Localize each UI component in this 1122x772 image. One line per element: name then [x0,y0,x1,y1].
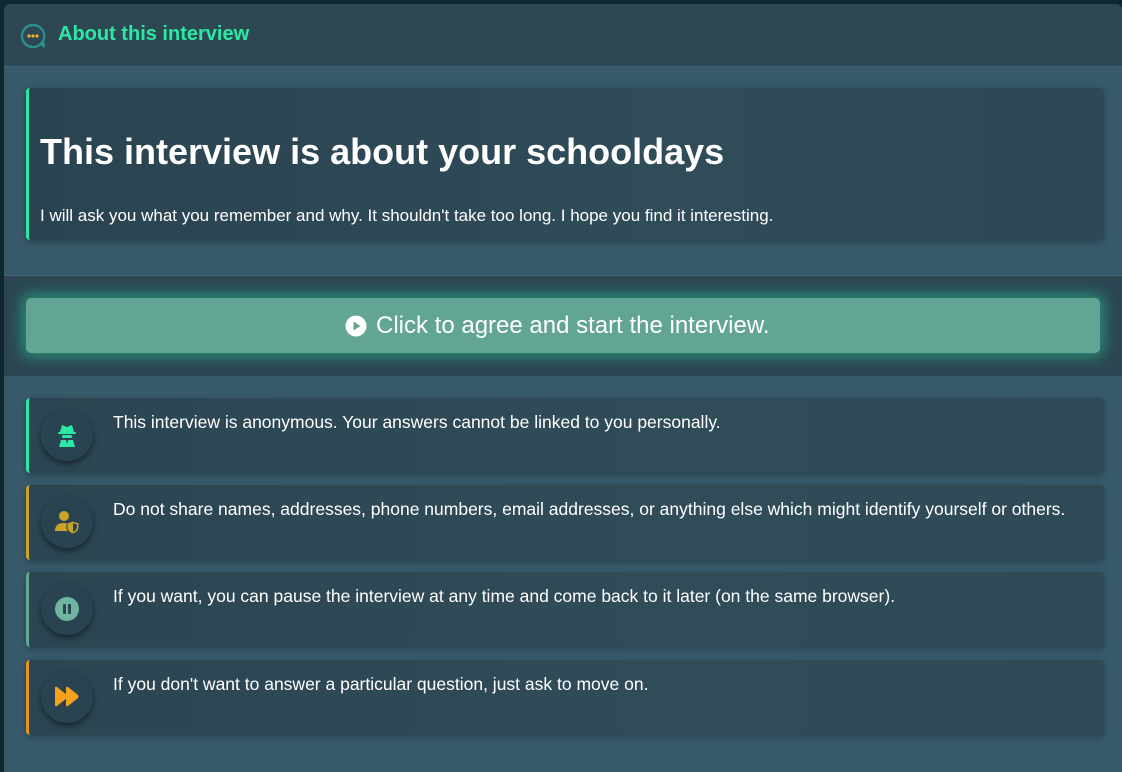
info-item-skip: If you don't want to answer a particular… [26,660,1104,735]
info-text: This interview is anonymous. Your answer… [113,412,721,432]
intro-card: This interview is about your schooldays … [26,88,1104,240]
pause-circle-icon [55,597,79,621]
interview-panel: About this interview This interview is a… [4,4,1122,772]
icon-badge [41,671,93,723]
info-text: If you want, you can pause the interview… [113,586,896,606]
start-interview-button[interactable]: Click to agree and start the interview. [26,298,1100,353]
info-text: If you don't want to answer a particular… [113,674,649,694]
chat-bubble-icon [20,23,46,49]
icon-badge [41,496,93,548]
header-title: About this interview [58,23,250,45]
info-item-privacy: Do not share names, addresses, phone num… [26,485,1104,560]
intro-heading: This interview is about your schooldays [40,131,725,172]
icon-badge [41,583,93,635]
intro-description: I will ask you what you remember and why… [40,206,774,225]
icon-badge [41,409,93,461]
info-item-anonymous: This interview is anonymous. Your answer… [26,398,1104,473]
play-circle-icon [345,315,367,337]
info-text: Do not share names, addresses, phone num… [113,499,1066,519]
info-item-pause: If you want, you can pause the interview… [26,572,1104,647]
fast-forward-icon [55,686,79,707]
user-shield-icon [55,511,80,535]
start-band: Click to agree and start the interview. [4,275,1122,376]
panel-header: About this interview [4,4,1122,67]
start-button-label: Click to agree and start the interview. [376,312,770,339]
incognito-icon [58,425,76,447]
